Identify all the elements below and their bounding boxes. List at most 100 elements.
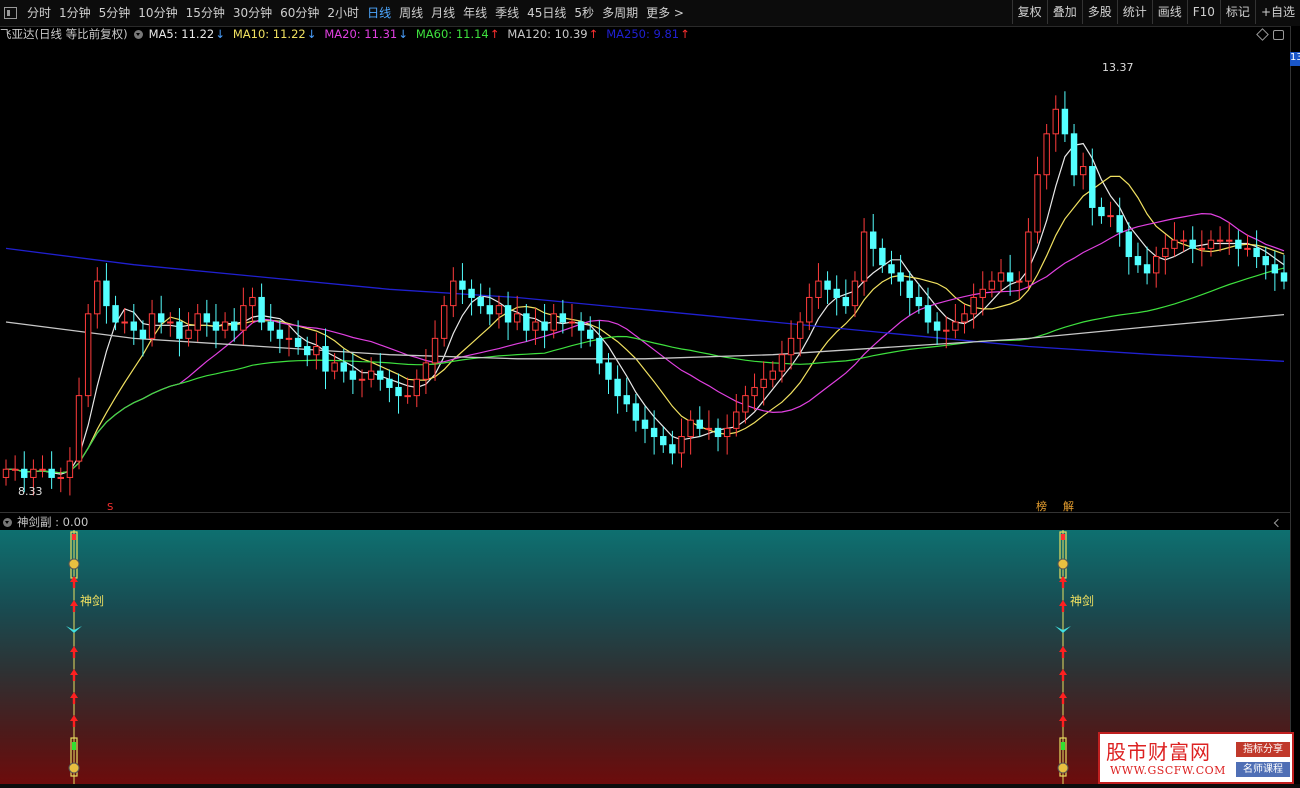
- candle-body: [1235, 239, 1242, 249]
- candle-body: [1143, 264, 1151, 274]
- period-tab[interactable]: 季线: [491, 1, 523, 25]
- toolbar-button[interactable]: F10: [1186, 0, 1220, 24]
- period-tab[interactable]: 15分钟: [182, 1, 229, 25]
- candle-body: [660, 436, 667, 446]
- candle-body: [1271, 264, 1279, 274]
- candle-body: [806, 296, 813, 323]
- period-tab[interactable]: 5分钟: [95, 1, 135, 25]
- stock-title[interactable]: 飞亚达(日线 等比前复权): [0, 26, 128, 42]
- indicator-menu-icon[interactable]: [133, 29, 143, 39]
- sub-indicator-title[interactable]: 神剑副 : 0.00: [17, 514, 88, 530]
- ma-indicator: MA60: 11.14↑: [416, 27, 500, 41]
- candle-body: [860, 231, 868, 282]
- up-arrow-icon: [70, 715, 78, 727]
- candle-body: [614, 378, 621, 397]
- ma-indicator-label: MA20: 11.31: [324, 27, 398, 41]
- candle-body: [997, 272, 1005, 282]
- toolbar-button[interactable]: 统计: [1116, 0, 1152, 24]
- candle-body: [714, 427, 722, 438]
- toolbar-button[interactable]: 复权: [1011, 0, 1047, 24]
- candle-body: [1280, 272, 1288, 282]
- high-price-label: 13.37: [1102, 61, 1134, 74]
- candle-body: [678, 436, 685, 454]
- trend-arrow-icon: ↑: [489, 27, 500, 41]
- candle-body: [924, 305, 932, 323]
- period-tab[interactable]: 5秒: [570, 1, 598, 25]
- candle-body: [1152, 256, 1160, 274]
- candle-body: [340, 362, 347, 372]
- ma-indicator: MA120: 10.39↑: [507, 27, 598, 41]
- candle-body: [495, 305, 503, 315]
- candle-body: [459, 280, 466, 290]
- layout-toggle-icon[interactable]: [4, 7, 17, 19]
- sub-indicator-menu-icon[interactable]: [3, 517, 12, 527]
- candle-body: [705, 427, 713, 430]
- candle-body: [1180, 239, 1187, 242]
- candle-body: [367, 370, 375, 380]
- candle-body: [623, 395, 630, 405]
- price-tag: 13: [1290, 52, 1300, 66]
- candle-body: [596, 337, 603, 364]
- signal-column-right: 神剑: [1055, 530, 1094, 784]
- period-tab[interactable]: 30分钟: [229, 1, 276, 25]
- candle-body: [1052, 108, 1060, 135]
- ma-indicator-label: MA250: 9.81: [606, 27, 680, 41]
- up-arrow-icon: [70, 669, 78, 681]
- candle-body: [1226, 239, 1233, 242]
- up-arrow-icon: [1059, 715, 1067, 727]
- candle-body: [513, 313, 521, 323]
- toolbar-button[interactable]: 叠加: [1046, 0, 1082, 24]
- period-tab[interactable]: 日线: [363, 1, 395, 25]
- signal-arrows: [70, 576, 1067, 727]
- ma-indicator: MA20: 11.31↓: [324, 27, 408, 41]
- candle-body: [1034, 174, 1041, 233]
- candle-body: [194, 313, 201, 331]
- period-tab[interactable]: 分时: [23, 1, 55, 25]
- watermark-url: WWW.GSCFW.COM: [1110, 764, 1226, 777]
- period-tab[interactable]: 年线: [459, 1, 491, 25]
- period-tab[interactable]: 月线: [427, 1, 459, 25]
- period-tab[interactable]: 60分钟: [276, 1, 323, 25]
- candle-body: [550, 313, 557, 331]
- candle-body: [1162, 247, 1169, 258]
- period-tab[interactable]: 2小时: [323, 1, 363, 25]
- toolbar-button[interactable]: +自选: [1254, 0, 1300, 24]
- candle-body: [988, 280, 996, 290]
- main-candlestick-chart[interactable]: 13.37 8.33 S 榜 解: [0, 42, 1290, 512]
- candle-body: [1253, 247, 1260, 258]
- period-tab[interactable]: 10分钟: [134, 1, 181, 25]
- window-icon[interactable]: [1273, 30, 1284, 40]
- toolbar-button[interactable]: 画线: [1151, 0, 1187, 24]
- ma-indicator: MA250: 9.81↑: [606, 27, 690, 41]
- period-tab[interactable]: 1分钟: [55, 1, 95, 25]
- candle-body: [440, 305, 448, 339]
- ma-indicator-label: MA60: 11.14: [415, 27, 489, 41]
- candle-body: [39, 468, 46, 471]
- candle-body: [687, 419, 694, 438]
- up-arrow-icon: [70, 600, 78, 612]
- ma-indicator-label: MA10: 11.22: [232, 27, 306, 41]
- ma-indicator: MA10: 11.22↓: [233, 27, 317, 41]
- candle-body: [30, 468, 37, 478]
- sub-indicator-panel[interactable]: 神剑 神剑: [0, 530, 1290, 784]
- period-tab[interactable]: 周线: [395, 1, 427, 25]
- up-arrow-icon: [1059, 669, 1067, 681]
- candle-body: [733, 411, 740, 429]
- diamond-icon[interactable]: [1256, 28, 1269, 41]
- signal-marker-jie: 解: [1063, 499, 1074, 512]
- signal-marker-bang: 榜: [1036, 499, 1047, 512]
- candle-body: [1189, 239, 1196, 249]
- period-tab[interactable]: 45日线: [523, 1, 570, 25]
- period-tab[interactable]: 多周期: [598, 1, 642, 25]
- candle-body: [240, 305, 247, 331]
- signal-marker-s: S: [107, 502, 113, 512]
- candle-body: [641, 419, 649, 429]
- candle-body: [851, 280, 859, 307]
- candle-body: [249, 296, 256, 307]
- candle-body: [888, 264, 895, 274]
- toolbar-button[interactable]: 多股: [1081, 0, 1117, 24]
- toolbar-button[interactable]: 标记: [1219, 0, 1255, 24]
- signal-column-left: 神剑: [66, 530, 104, 784]
- period-tab[interactable]: 更多 >: [642, 1, 688, 25]
- candle-body: [304, 346, 311, 356]
